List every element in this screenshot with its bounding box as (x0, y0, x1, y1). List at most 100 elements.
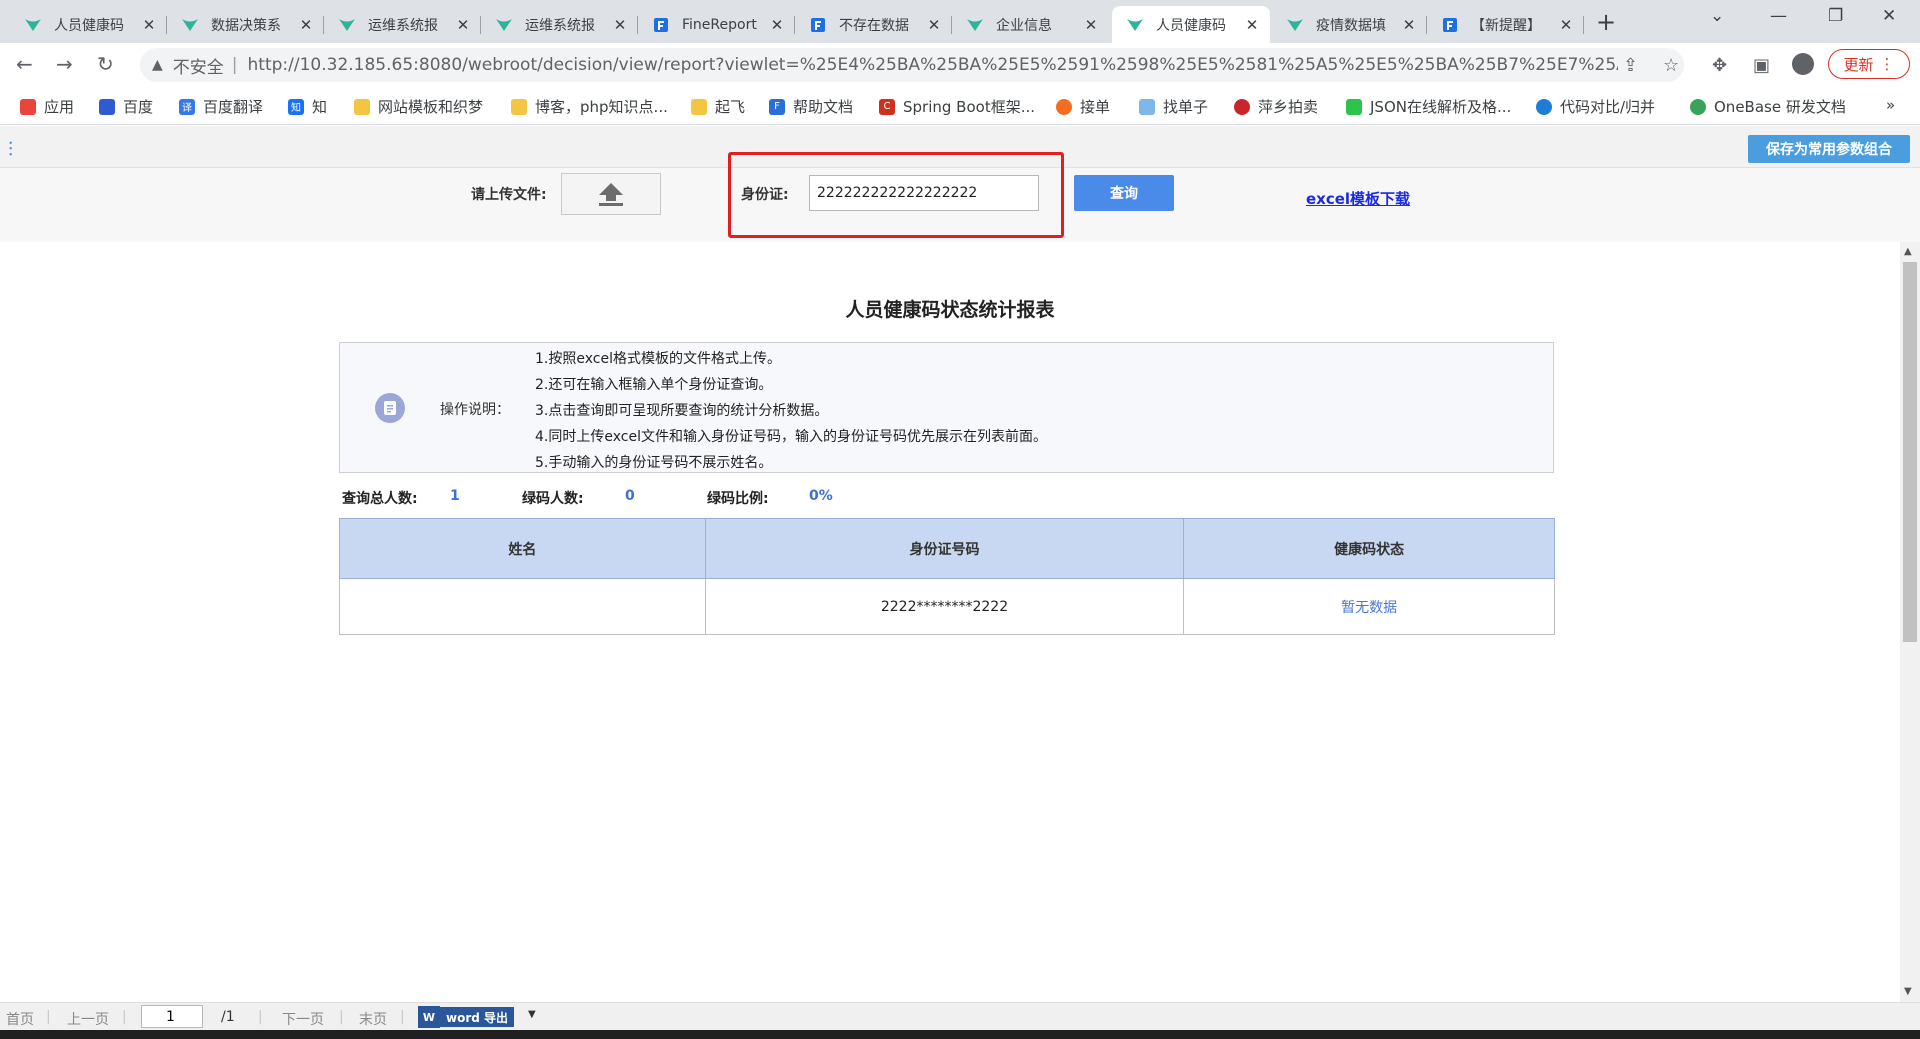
bookmark-baidu[interactable]: 百度 (99, 96, 153, 117)
profile-avatar-icon[interactable] (1792, 53, 1814, 75)
tab-9[interactable]: 疫情数据填 ✕ (1272, 6, 1427, 43)
maximize-icon[interactable]: ❐ (1828, 6, 1843, 26)
vertical-scrollbar[interactable]: ▲ ▼ (1900, 242, 1920, 1002)
forward-arrow-icon[interactable]: → (56, 52, 73, 76)
parameter-sliders-icon[interactable]: ⫶ (8, 137, 13, 161)
tab-10[interactable]: 【新提醒】 ✕ (1427, 6, 1584, 43)
warning-triangle-icon[interactable]: ▲ (152, 57, 163, 73)
bookmarks-overflow-icon[interactable]: » (1886, 96, 1895, 114)
fr-leaf-icon (1126, 16, 1144, 34)
save-param-combo-button[interactable]: 保存为常用参数组合 (1748, 135, 1910, 163)
baidu-paw-icon (99, 98, 115, 115)
bookmark-help-docs[interactable]: F 帮助文档 (769, 96, 853, 117)
tab-title: 不存在数据 (839, 17, 909, 34)
first-page-button[interactable]: 首页 (6, 1009, 34, 1029)
more-menu-icon: ⋮ (1879, 55, 1895, 73)
tab-1[interactable]: 人员健康码 ✕ (10, 6, 167, 43)
bookmark-json-parser[interactable]: JSON在线解析及格... (1346, 96, 1511, 117)
report-title: 人员健康码状态统计报表 (845, 299, 1055, 321)
bookmark-folder-blog[interactable]: 博客，php知识点... (511, 96, 668, 117)
scroll-down-icon[interactable]: ▼ (1904, 986, 1912, 997)
bookmark-code-diff[interactable]: 代码对比/归并 (1536, 96, 1655, 117)
table-row: 2222********2222 暂无数据 (339, 578, 1555, 635)
apps-grid-icon (20, 98, 36, 115)
close-window-icon[interactable]: ✕ (1882, 6, 1896, 26)
close-icon[interactable]: ✕ (298, 16, 314, 34)
tab-search-chevron-icon[interactable]: ⌄ (1710, 6, 1724, 26)
json-icon (1346, 98, 1362, 115)
close-icon[interactable]: ✕ (1244, 16, 1260, 34)
reload-icon[interactable]: ↻ (97, 52, 114, 76)
upload-icon (599, 183, 623, 206)
report-canvas: 人员健康码状态统计报表 操作说明： 1.按照excel格式模板的文件格式上传。 … (0, 242, 1900, 1002)
bookmarks-bar: 应用 百度 译百度翻译 知知 网站模板和织梦 博客，php知识点... 起飞 F… (0, 87, 1920, 125)
excel-template-download-link[interactable]: excel模板下载 (1306, 188, 1410, 209)
tab-title: FineReport (682, 16, 757, 33)
bookmark-zhaodanzi[interactable]: 找单子 (1139, 96, 1208, 117)
word-export-button[interactable]: W word 导出 (418, 1006, 516, 1028)
close-icon[interactable]: ✕ (1401, 16, 1417, 34)
bookmark-zhihu[interactable]: 知知 (288, 96, 327, 117)
close-icon[interactable]: ✕ (1083, 16, 1099, 34)
update-button[interactable]: 更新 ⋮ (1828, 49, 1910, 79)
bookmark-folder-templates[interactable]: 网站模板和织梦 (354, 96, 483, 117)
column-header-name: 姓名 (339, 518, 706, 579)
tab-8-active[interactable]: 人员健康码 ✕ (1112, 6, 1270, 43)
tab-2[interactable]: 数据决策系 ✕ (167, 6, 324, 43)
side-panel-icon[interactable]: ▣ (1753, 55, 1770, 76)
close-icon[interactable]: ✕ (455, 16, 471, 34)
health-code-table: 姓名 身份证号码 健康码状态 2222********2222 暂无数据 (339, 518, 1555, 635)
tab-5[interactable]: FineReport ✕ (638, 6, 795, 43)
os-taskbar (0, 1030, 1920, 1039)
security-status[interactable]: 不安全 (173, 53, 224, 78)
minimize-icon[interactable]: — (1770, 6, 1787, 26)
scroll-up-icon[interactable]: ▲ (1904, 246, 1912, 257)
tab-4[interactable]: 运维系统报 ✕ (481, 6, 638, 43)
tab-7[interactable]: 企业信息 ✕ (952, 6, 1109, 43)
new-tab-plus-icon[interactable]: + (1596, 8, 1616, 36)
instruction-line: 3.点击查询即可呈现所要查询的统计分析数据。 (535, 403, 829, 419)
tab-3[interactable]: 运维系统报 ✕ (324, 6, 481, 43)
finereport-icon (1441, 16, 1459, 34)
upload-file-button[interactable] (561, 173, 661, 215)
url-text[interactable]: http://10.32.185.65:8080/webroot/decisio… (248, 55, 1618, 75)
url-omnibox[interactable]: ▲ 不安全 | http://10.32.185.65:8080/webroot… (140, 48, 1684, 82)
bookmark-baidu-translate[interactable]: 译百度翻译 (179, 96, 263, 117)
close-icon[interactable]: ✕ (141, 16, 157, 34)
close-icon[interactable]: ✕ (926, 16, 942, 34)
next-page-button[interactable]: 下一页 (282, 1009, 324, 1029)
tab-title: 疫情数据填 (1316, 17, 1386, 34)
folder-icon (354, 98, 370, 115)
folder-icon (691, 98, 707, 115)
fr-leaf-icon (24, 16, 42, 34)
bookmark-star-icon[interactable]: ☆ (1663, 55, 1679, 76)
bookmark-folder-takeoff[interactable]: 起飞 (691, 96, 745, 117)
close-icon[interactable]: ✕ (769, 16, 785, 34)
back-arrow-icon[interactable]: ← (16, 52, 33, 76)
green-count-label: 绿码人数: (522, 491, 584, 507)
green-ratio-label: 绿码比例: (707, 491, 769, 507)
close-icon[interactable]: ✕ (612, 16, 628, 34)
page-number-input[interactable] (141, 1005, 203, 1028)
scrollbar-thumb[interactable] (1903, 262, 1917, 642)
green-count-value: 0 (625, 488, 635, 504)
extensions-puzzle-icon[interactable]: ✥ (1712, 55, 1727, 76)
pagination-bar: 首页 | 上一页 | /1 | 下一页 | 末页 | W word 导出 ▼ (0, 1002, 1920, 1030)
instruction-line: 1.按照excel格式模板的文件格式上传。 (535, 351, 781, 367)
share-icon[interactable]: ⇪ (1623, 55, 1638, 76)
page-total: /1 (221, 1009, 235, 1025)
query-button[interactable]: 查询 (1074, 175, 1174, 211)
dropdown-arrow-icon[interactable]: ▼ (528, 1009, 536, 1020)
bookmark-spring-boot[interactable]: C Spring Boot框架... (879, 96, 1035, 117)
prev-page-button[interactable]: 上一页 (67, 1009, 109, 1029)
close-icon[interactable]: ✕ (1558, 16, 1574, 34)
id-card-input[interactable] (809, 175, 1039, 211)
bookmark-apps[interactable]: 应用 (20, 96, 74, 117)
bookmark-jiedan[interactable]: 接单 (1056, 96, 1110, 117)
last-page-button[interactable]: 末页 (359, 1009, 387, 1029)
tab-6[interactable]: 不存在数据 ✕ (795, 6, 952, 43)
tab-title: 数据决策系 (211, 17, 281, 34)
bookmark-onebase[interactable]: OneBase 研发文档 (1690, 96, 1846, 117)
tab-title: 运维系统报 (368, 17, 438, 34)
bookmark-auction[interactable]: 萍乡拍卖 (1234, 96, 1318, 117)
